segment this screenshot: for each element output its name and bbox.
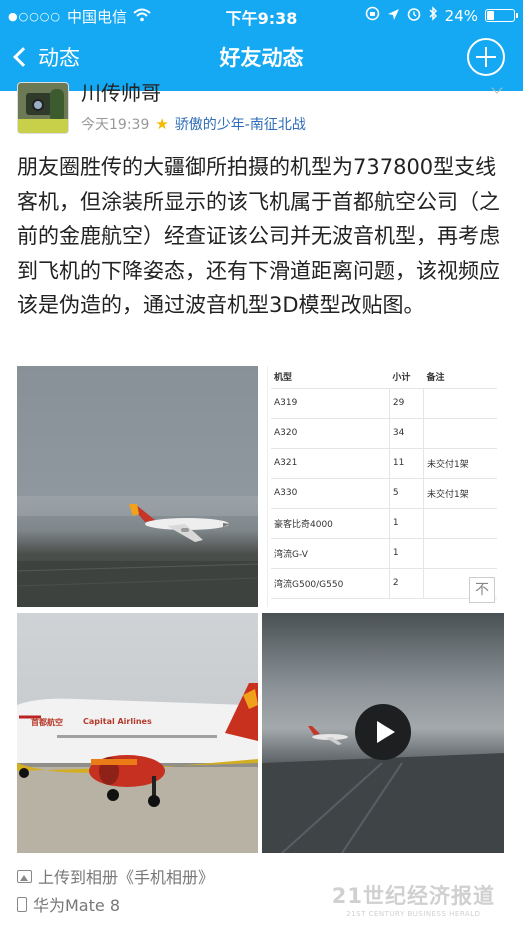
cell-note: 未交付1架 [423,448,497,479]
add-post-button[interactable] [467,38,505,76]
post-time: 今天19:39 [81,117,150,133]
col-count: 小计 [389,366,424,389]
avatar-figure [50,89,64,119]
device-source: 华为Mate 8 [17,892,120,916]
cell-model: A330 [271,478,390,509]
cell-model: 湾流G500/G550 [271,568,390,599]
cell-model: 豪客比奇4000 [271,508,390,539]
table-row: A330 5 未交付1架 [271,478,497,509]
cell-note [423,508,497,539]
airline-logo-en: Capital Airlines [83,717,152,726]
airline-logo-cn: 首都航空 [31,718,63,727]
col-note: 备注 [423,366,497,389]
table-row: 湾流G500/G550 2 [271,568,497,599]
ground-plane-graphic [17,683,258,853]
cell-count: 1 [389,538,424,569]
fleet-table-image[interactable]: 机型 小计 备注 A319 29 A320 34 A321 11 未交付1架 A… [267,366,507,607]
nav-bar: 动态 好友动态 [0,30,523,91]
battery-icon [485,9,518,22]
alarm-icon [407,7,421,25]
cell-note: 未交付1架 [423,478,497,509]
album-source[interactable]: 上传到相册《手机相册》 [17,864,214,888]
cell-note [423,418,497,449]
page-title: 好友动态 [219,46,304,70]
album-label: 上传到相册《手机相册》 [38,868,215,887]
cell-count: 34 [389,418,424,449]
cell-model: A321 [271,448,390,479]
cell-count: 11 [389,448,424,479]
avatar[interactable] [17,82,69,134]
post-meta: 今天19:39 ★ 骄傲的少年-南征北战 [81,114,306,134]
play-button[interactable] [355,704,411,760]
table-row: 豪客比奇4000 1 [271,508,497,539]
watermark-title: 21世纪经济报道 [331,884,495,908]
cell-note [423,538,497,569]
status-bar: ●○○○○ 中国电信 下午9:38 24% [0,0,523,30]
image-icon [17,869,32,883]
cell-count: 29 [389,388,424,419]
rotation-lock-icon [365,6,380,25]
back-to-top-button[interactable]: 不 [469,577,495,603]
battery-level [487,11,494,20]
video-thumbnail[interactable] [262,613,504,853]
cell-model: A320 [271,418,390,449]
star-icon: ★ [155,115,169,133]
status-right: 24% [365,6,518,25]
author-name-text: 川传帅哥 [81,83,161,103]
watermark: 21世纪经济报道 21ST CENTURY BUSINESS HERALD [332,880,495,918]
cell-model: 湾流G-V [271,538,390,569]
table-header-row: 机型 小计 备注 [271,366,497,389]
device-label: 华为Mate 8 [33,896,120,915]
photo-plane-ground[interactable]: 首都航空 Capital Airlines [17,613,258,853]
cell-note [423,388,497,419]
avatar-lens [32,99,44,111]
fleet-table: 机型 小计 备注 A319 29 A320 34 A321 11 未交付1架 A… [271,366,497,599]
table-row: A320 34 [271,418,497,449]
table-row: A321 11 未交付1架 [271,448,497,479]
window-row [57,735,217,738]
table-row: A319 29 [271,388,497,419]
cell-count: 5 [389,478,424,509]
col-model: 机型 [271,366,390,389]
bluetooth-icon [428,6,438,25]
avatar-bg [18,119,68,133]
photo-plane-sky[interactable] [17,366,258,607]
plane-graphic [17,504,258,607]
post-body: 朋友圈胜传的大疆御所拍摄的机型为737800型支线客机，但涂装所显示的该飞机属于… [17,155,500,317]
watermark-subtitle: 21ST CENTURY BUSINESS HERALD [346,910,481,918]
author-name[interactable]: 川传帅哥 [81,83,161,103]
phone-icon [17,896,27,912]
cell-count: 2 [389,568,424,599]
cell-count: 1 [389,508,424,539]
cell-model: A319 [271,388,390,419]
group-link[interactable]: 骄傲的少年-南征北战 [175,114,306,134]
top-bar: ●○○○○ 中国电信 下午9:38 24% 动态 好友动态 [0,0,523,91]
location-icon [387,7,400,25]
battery-percent: 24% [444,6,478,25]
table-row: 湾流G-V 1 [271,538,497,569]
